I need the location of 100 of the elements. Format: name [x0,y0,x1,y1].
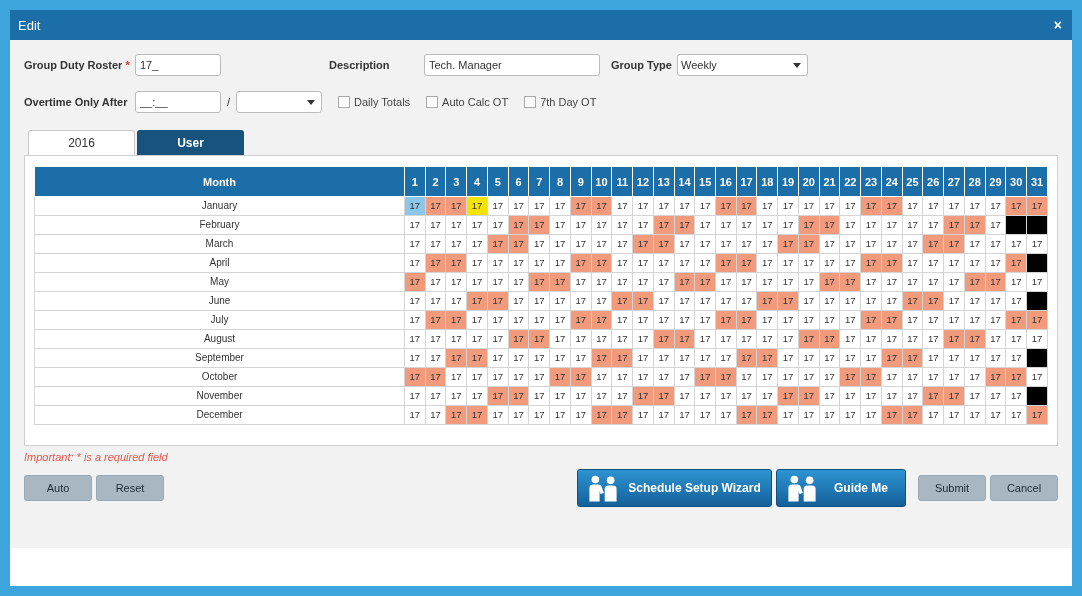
day-cell[interactable]: 17 [694,348,716,368]
day-cell[interactable]: 17 [611,215,633,235]
day-cell[interactable]: 17 [694,196,716,216]
day-cell[interactable]: 17 [445,234,467,254]
day-cell[interactable]: 17 [653,253,675,273]
day-cell[interactable]: 17 [860,291,882,311]
day-cell[interactable]: 17 [839,215,861,235]
day-cell[interactable]: 17 [466,386,488,406]
day-cell[interactable]: 17 [632,196,654,216]
day-cell[interactable]: 17 [611,386,633,406]
day-cell[interactable]: 17 [860,215,882,235]
day-cell[interactable]: 17 [694,310,716,330]
day-cell[interactable]: 17 [839,405,861,425]
day-cell[interactable]: 17 [985,291,1006,311]
day-cell[interactable]: 17 [777,367,799,387]
day-cell[interactable]: 17 [943,348,965,368]
day-cell[interactable]: 17 [985,215,1006,235]
day-cell[interactable]: 17 [570,386,592,406]
day-cell[interactable]: 17 [425,405,446,425]
day-cell[interactable]: 17 [819,405,840,425]
day-cell[interactable]: 17 [839,253,861,273]
day-cell[interactable]: 17 [922,272,944,292]
day-cell[interactable]: 17 [985,348,1006,368]
day-cell[interactable]: 17 [632,405,654,425]
day-cell[interactable]: 17 [508,405,529,425]
day-cell[interactable]: 17 [715,386,737,406]
day-cell[interactable]: 17 [736,329,757,349]
day-cell[interactable]: 17 [902,310,923,330]
day-cell[interactable]: 17 [632,348,654,368]
day-cell[interactable]: 17 [943,367,965,387]
day-cell[interactable]: 17 [1005,329,1027,349]
day-cell[interactable]: 17 [715,348,737,368]
day-cell[interactable]: 17 [1005,272,1027,292]
day-cell[interactable]: 17 [570,329,592,349]
tab[interactable]: User [137,130,244,155]
day-cell[interactable]: 17 [943,196,965,216]
day-cell[interactable]: 17 [445,272,467,292]
day-cell[interactable]: 17 [549,253,571,273]
day-cell[interactable]: 17 [466,329,488,349]
day-cell[interactable]: 17 [445,329,467,349]
day-cell[interactable]: 17 [487,348,509,368]
day-cell[interactable]: 17 [404,348,426,368]
day-cell[interactable]: 17 [757,196,778,216]
day-cell[interactable]: 17 [715,272,737,292]
day-cell[interactable]: 17 [798,405,820,425]
action-button[interactable]: Auto [24,475,92,501]
day-cell[interactable]: 17 [653,196,675,216]
day-cell[interactable]: 17 [591,215,612,235]
day-cell[interactable]: 17 [611,272,633,292]
day-cell[interactable]: 17 [985,405,1006,425]
day-cell[interactable]: 17 [819,386,840,406]
day-cell[interactable]: 17 [487,272,509,292]
day-cell[interactable]: 17 [819,367,840,387]
day-cell[interactable]: 17 [549,329,571,349]
day-cell[interactable]: 17 [1005,386,1027,406]
day-cell[interactable]: 17 [674,291,695,311]
day-cell[interactable]: 17 [777,253,799,273]
day-cell[interactable]: 17 [922,253,944,273]
day-cell[interactable]: 17 [611,329,633,349]
day-cell[interactable]: 17 [632,253,654,273]
day-cell[interactable]: 17 [985,234,1006,254]
day-cell[interactable]: 17 [508,253,529,273]
day-cell[interactable]: 17 [674,196,695,216]
day-cell[interactable]: 17 [922,329,944,349]
day-cell[interactable]: 17 [839,234,861,254]
day-cell[interactable]: 17 [528,310,550,330]
tab[interactable]: 2016 [28,130,135,155]
day-cell[interactable]: 17 [985,253,1006,273]
day-cell[interactable]: 17 [902,253,923,273]
wizard-button[interactable]: Guide Me [776,469,906,507]
day-cell[interactable]: 17 [798,310,820,330]
day-cell[interactable]: 17 [985,196,1006,216]
day-cell[interactable]: 17 [653,367,675,387]
day-cell[interactable]: 17 [508,367,529,387]
day-cell[interactable]: 17 [528,234,550,254]
day-cell[interactable]: 17 [736,215,757,235]
action-button[interactable]: Cancel [990,475,1058,501]
day-cell[interactable]: 17 [694,329,716,349]
checkbox[interactable] [524,96,537,108]
day-cell[interactable]: 17 [798,348,820,368]
day-cell[interactable]: 17 [674,386,695,406]
day-cell[interactable]: 17 [591,291,612,311]
day-cell[interactable]: 17 [466,253,488,273]
day-cell[interactable]: 17 [1026,367,1048,387]
day-cell[interactable]: 17 [694,234,716,254]
day-cell[interactable]: 17 [591,386,612,406]
day-cell[interactable]: 17 [860,386,882,406]
day-cell[interactable]: 17 [902,386,923,406]
day-cell[interactable]: 17 [964,310,986,330]
day-cell[interactable]: 17 [757,253,778,273]
day-cell[interactable]: 17 [943,405,965,425]
day-cell[interactable]: 17 [922,348,944,368]
day-cell[interactable]: 17 [777,348,799,368]
day-cell[interactable]: 17 [404,253,426,273]
day-cell[interactable]: 17 [653,348,675,368]
day-cell[interactable]: 17 [881,386,903,406]
day-cell[interactable]: 17 [549,348,571,368]
day-cell[interactable]: 17 [1005,234,1027,254]
day-cell[interactable]: 17 [528,386,550,406]
day-cell[interactable]: 17 [508,310,529,330]
